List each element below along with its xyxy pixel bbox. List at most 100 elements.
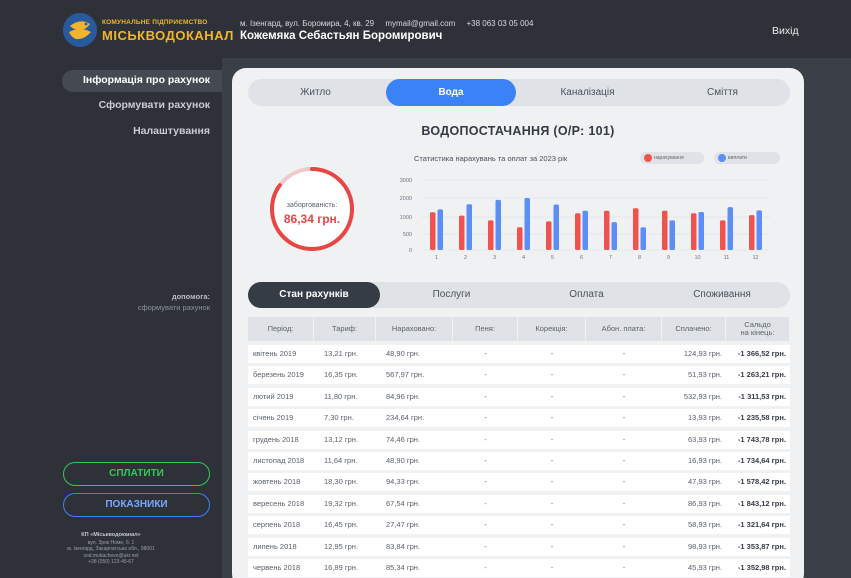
bar-accruals [662, 210, 668, 250]
table-row[interactable]: жовтень 2018 18,30 грн. 94,33 грн. - - - 47,93… [248, 473, 790, 492]
table-row[interactable]: квітень 2019 13,21 грн. 48,90 грн. - - - 124,9… [248, 345, 790, 363]
table-row[interactable]: вересень 2018 19,32 грн. 67,54 грн. - - - 86,9… [248, 494, 790, 513]
sidebar-item-settings[interactable]: Налаштування [133, 125, 210, 137]
table-cell: -1 743,78 грн. [737, 434, 786, 444]
table-cell: - [484, 413, 487, 423]
table-cell: -1 235,58 грн. [737, 413, 786, 423]
table-cell: 67,54 грн. [386, 498, 420, 508]
table-cell: серпень 2018 [253, 520, 301, 530]
table-cell: -1 366,52 грн. [737, 349, 786, 358]
table-cell: 84,96 грн. [386, 391, 420, 401]
column-header: Тариф: [314, 317, 376, 341]
tab-garbage[interactable]: Сміття [655, 79, 790, 106]
y-tick-label: 1000 [400, 215, 412, 221]
pay-button[interactable]: СПЛАТИТИ [63, 462, 210, 486]
table-row[interactable]: лютий 2019 11,80 грн. 84,96 грн. - - - 532,93 … [248, 387, 790, 406]
tab-consumption[interactable]: Споживання [654, 282, 790, 308]
legend-accruals-dot [644, 154, 652, 162]
table-cell: -1 353,87 грн. [737, 541, 786, 551]
table-cell: вересень 2018 [253, 498, 305, 508]
tab-services[interactable]: Послуги [384, 282, 519, 308]
bar-payments [698, 212, 704, 250]
bar-accruals [546, 221, 552, 250]
table-cell: - [550, 370, 554, 380]
table-cell: - [550, 520, 554, 530]
table-cell: 13,12 грн. [324, 434, 358, 444]
table-row[interactable]: липень 2018 12,95 грн. 83,84 грн. - - - 98,93 … [248, 537, 790, 556]
tab-sewerage[interactable]: Каналізація [520, 79, 655, 106]
table-cell: -1 263,21 грн. [737, 370, 786, 380]
debt-ring-gauge [270, 167, 354, 251]
table-cell: 51,93 грн. [688, 370, 722, 380]
table-cell: 11,80 грн. [324, 391, 358, 401]
bar-payments [524, 198, 530, 250]
table-cell: - [484, 498, 487, 508]
table-cell: липень 2018 [253, 541, 297, 551]
water-drop-bird-logo-icon [63, 13, 97, 47]
sidebar-item-create-bill[interactable]: Сформувати рахунок [99, 99, 210, 111]
table-row[interactable]: грудень 2018 13,12 грн. 74,46 грн. - - - 63,93… [248, 430, 790, 449]
table-cell: - [550, 349, 554, 358]
table-cell: - [622, 456, 626, 465]
x-tick-label: 5 [551, 255, 554, 261]
x-tick-label: 2 [464, 255, 467, 261]
footer-org: КП «Міськводоканал» [81, 532, 141, 538]
table-cell: - [550, 498, 554, 508]
bar-payments [495, 199, 501, 250]
tab-water[interactable]: Вода [386, 79, 516, 106]
table-row[interactable]: січень 2019 7,30 грн. 234,64 грн. - - - 13,93 … [248, 409, 790, 428]
legend-payments-dot [718, 154, 726, 162]
bar-payments [553, 204, 559, 250]
tab-housing[interactable]: Житло [248, 79, 383, 106]
column-header: Сплачено: [662, 317, 726, 341]
bar-payments [640, 227, 646, 250]
table-row[interactable]: червень 2018 16,89 грн. 85,34 грн. - - - 45,93… [248, 559, 790, 577]
table-cell: 47,93 грн. [688, 477, 722, 487]
sidebar-item-account-info[interactable]: Інформація про рахунок [83, 74, 210, 86]
debt-label: заборгованість: [286, 202, 338, 209]
company-footer: КП «Міськводоканал» вул. Зрок Номе, б. 1… [0, 532, 222, 565]
table-cell: - [484, 477, 487, 487]
table-cell: - [484, 520, 487, 530]
table-cell: - [622, 370, 626, 380]
column-header: Період: [248, 317, 314, 341]
bar-payments [611, 222, 617, 250]
table-cell: - [550, 391, 554, 401]
legend-payments-label: виплати [728, 155, 747, 161]
table-cell: 234,64 грн. [386, 413, 425, 423]
table-row[interactable]: серпень 2018 16,45 грн. 27,47 грн. - - - 58,93… [248, 516, 790, 535]
table-cell: - [550, 413, 554, 423]
user-email: mymail@gmail.com [385, 19, 456, 28]
table-cell: -1 734,64 грн. [737, 456, 786, 465]
bar-payments [582, 210, 588, 250]
table-row[interactable]: листопад 2018 11,64 грн. 48,90 грн. - - - 16,9… [248, 452, 790, 470]
footer-line: +38 (050) 123-45-67 [88, 558, 134, 565]
meter-readings-button[interactable]: ПОКАЗНИКИ [63, 493, 210, 517]
x-tick-label: 7 [609, 255, 612, 261]
table-row[interactable]: березень 2019 16,35 грн. 567,97 грн. - - - 51,… [248, 366, 790, 385]
tab-account-status[interactable]: Стан рахунків [248, 282, 380, 308]
bar-accruals [691, 213, 697, 250]
table-cell: жовтень 2018 [253, 477, 301, 487]
help-link[interactable]: сформувати рахунок [138, 303, 210, 312]
table-cell: -1 352,98 грн. [737, 563, 786, 572]
table-cell: листопад 2018 [253, 456, 305, 465]
table-cell: - [550, 541, 554, 551]
bar-accruals [459, 215, 465, 250]
table-cell: -1 843,12 грн. [737, 498, 786, 508]
tab-payment[interactable]: Оплата [519, 282, 654, 308]
user-phone: +38 063 03 05 004 [466, 19, 534, 28]
table-cell: 63,93 грн. [688, 434, 722, 444]
help-label: допомога: [171, 292, 210, 301]
column-header: Пеня: [453, 317, 518, 341]
table-cell: 532,93 грн. [683, 391, 722, 401]
table-cell: квітень 2019 [253, 349, 297, 358]
bar-accruals [575, 213, 581, 250]
x-tick-label: 6 [580, 255, 583, 261]
service-tabs: Житло Вода Каналізація Сміття [248, 79, 790, 106]
table-cell: - [622, 434, 626, 444]
table-cell: 124,93 грн. [683, 349, 722, 358]
x-tick-label: 9 [667, 255, 670, 261]
logout-link[interactable]: Вихід [772, 25, 799, 37]
x-tick-label: 10 [694, 255, 700, 261]
